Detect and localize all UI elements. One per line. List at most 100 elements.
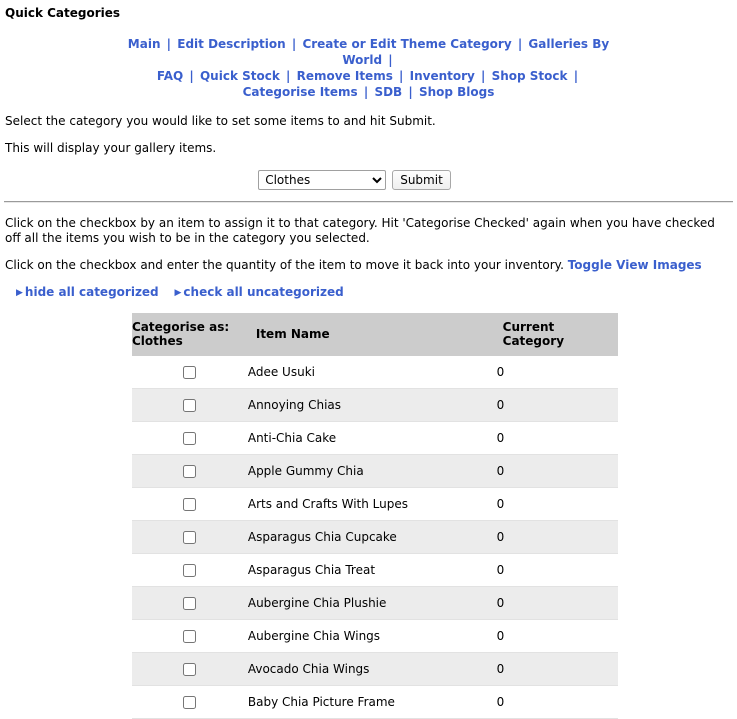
table-row: Arts and Crafts With Lupes 0 (132, 487, 618, 521)
table-row: Annoying Chias 0 (132, 388, 618, 422)
page-container: Quick Categories Main | Edit Description… (0, 0, 737, 719)
nav-link-remove-items[interactable]: Remove Items (297, 69, 393, 83)
items-table: Categorise as: Clothes Item Name Current… (132, 313, 618, 719)
table-row: Apple Gummy Chia 0 (132, 454, 618, 488)
submit-button[interactable]: Submit (392, 170, 451, 190)
item-checkbox[interactable] (183, 432, 197, 445)
nav-link-quick-stock[interactable]: Quick Stock (200, 69, 280, 83)
items-table-head: Categorise as: Clothes Item Name Current… (132, 313, 618, 356)
item-checkbox[interactable] (183, 531, 197, 544)
item-checkbox[interactable] (183, 696, 197, 709)
nav-link-shop-blogs[interactable]: Shop Blogs (419, 85, 494, 99)
nav-link-main[interactable]: Main (128, 37, 161, 51)
nav-separator: | (513, 37, 527, 51)
current-category-cell: 0 (496, 356, 618, 389)
check-all-uncategorized-link[interactable]: ▶ check all uncategorized (174, 285, 343, 299)
nav-link-categorise-items[interactable]: Categorise Items (243, 85, 358, 99)
nav-separator: | (162, 37, 176, 51)
current-category-cell: 0 (496, 454, 618, 488)
instructions-paragraph-2-text: Click on the checkbox and enter the quan… (5, 258, 564, 272)
current-category-cell: 0 (496, 487, 618, 521)
item-checkbox[interactable] (183, 597, 197, 610)
table-row: Anti-Chia Cake 0 (132, 421, 618, 455)
item-name-cell: Adee Usuki (247, 356, 497, 389)
nav-separator: | (404, 85, 417, 99)
current-category-cell: 0 (496, 586, 618, 620)
category-form: Clothes Submit (4, 170, 733, 190)
nav-separator: | (384, 53, 393, 67)
item-checkbox[interactable] (183, 399, 197, 412)
item-name-cell: Annoying Chias (247, 388, 497, 422)
table-row: Adee Usuki 0 (132, 356, 618, 389)
header-categorise-as-line1: Categorise as: (132, 320, 230, 334)
items-table-body: Adee Usuki 0 Annoying Chias 0 Anti-Chia Cake… (132, 356, 618, 719)
item-checkbox[interactable] (183, 663, 197, 676)
item-name-cell: Apple Gummy Chia (247, 454, 497, 488)
nav-separator: | (394, 69, 408, 83)
item-checkbox[interactable] (183, 630, 197, 643)
table-row: Asparagus Chia Treat 0 (132, 553, 618, 587)
check-all-uncategorized-label: check all uncategorized (183, 285, 344, 299)
instructions-paragraph-1: Click on the checkbox by an item to assi… (5, 216, 715, 245)
current-category-cell: 0 (496, 652, 618, 686)
current-category-cell: 0 (496, 520, 618, 554)
item-checkbox-cell (132, 586, 248, 620)
item-checkbox[interactable] (183, 498, 197, 511)
item-checkbox-cell (132, 421, 248, 455)
header-item-name: Item Name (247, 313, 497, 356)
intro-line-2: This will display your gallery items. (5, 141, 217, 155)
item-name-cell: Asparagus Chia Treat (247, 553, 497, 587)
item-name-cell: Anti-Chia Cake (247, 421, 497, 455)
toggle-view-images-link[interactable]: Toggle View Images (568, 258, 702, 272)
item-name-cell: Aubergine Chia Wings (247, 619, 497, 653)
item-checkbox-cell (132, 685, 248, 719)
header-categorise-as: Categorise as: Clothes (132, 313, 248, 356)
nav-link-faq[interactable]: FAQ (157, 69, 183, 83)
instructions-paragraph-2: Click on the checkbox and enter the quan… (5, 258, 733, 273)
item-checkbox-cell (132, 388, 248, 422)
item-checkbox-cell (132, 520, 248, 554)
category-select[interactable]: Clothes (258, 170, 387, 190)
table-header-row: Categorise as: Clothes Item Name Current… (132, 313, 618, 356)
nav-separator: | (569, 69, 579, 83)
item-name-cell: Arts and Crafts With Lupes (247, 487, 497, 521)
nav-link-edit-description[interactable]: Edit Description (177, 37, 285, 51)
intro-line-1: Select the category you would like to se… (5, 114, 436, 128)
current-category-cell: 0 (496, 619, 618, 653)
nav-separator: | (185, 69, 198, 83)
page-title: Quick Categories (5, 6, 121, 20)
nav-separator: | (359, 85, 373, 99)
table-row: Aubergine Chia Plushie 0 (132, 586, 618, 620)
header-categorise-as-line2: Clothes (132, 334, 183, 348)
item-checkbox-cell (132, 487, 248, 521)
item-checkbox-cell (132, 553, 248, 587)
section-divider (4, 201, 733, 203)
item-checkbox[interactable] (183, 465, 197, 478)
item-checkbox-cell (132, 356, 248, 389)
item-name-cell: Avocado Chia Wings (247, 652, 497, 686)
current-category-cell: 0 (496, 553, 618, 587)
nav-separator: | (281, 69, 295, 83)
item-checkbox-cell (132, 454, 248, 488)
nav-link-sdb[interactable]: SDB (374, 85, 402, 99)
table-row: Aubergine Chia Wings 0 (132, 619, 618, 653)
nav-separator: | (287, 37, 301, 51)
triangle-right-icon: ▶ (174, 288, 182, 298)
triangle-right-icon: ▶ (16, 288, 23, 298)
nav-link-create-or-edit-theme-category[interactable]: Create or Edit Theme Category (302, 37, 511, 51)
item-checkbox-cell (132, 652, 248, 686)
item-name-cell: Baby Chia Picture Frame (247, 685, 497, 719)
nav-separator: | (476, 69, 490, 83)
nav-link-inventory[interactable]: Inventory (410, 69, 475, 83)
item-name-cell: Aubergine Chia Plushie (247, 586, 497, 620)
item-checkbox[interactable] (183, 366, 197, 379)
item-checkbox[interactable] (183, 564, 197, 577)
table-row: Avocado Chia Wings 0 (132, 652, 618, 686)
nav-link-shop-stock[interactable]: Shop Stock (492, 69, 568, 83)
toggle-links: ▶ hide all categorized ▶ check all uncateg… (16, 285, 733, 299)
current-category-cell: 0 (496, 685, 618, 719)
table-row: Asparagus Chia Cupcake 0 (132, 520, 618, 554)
navigation-links: Main | Edit Description | Create or Edit… (109, 36, 629, 100)
hide-all-categorized-link[interactable]: ▶ hide all categorized (16, 285, 159, 299)
table-row: Baby Chia Picture Frame 0 (132, 685, 618, 719)
